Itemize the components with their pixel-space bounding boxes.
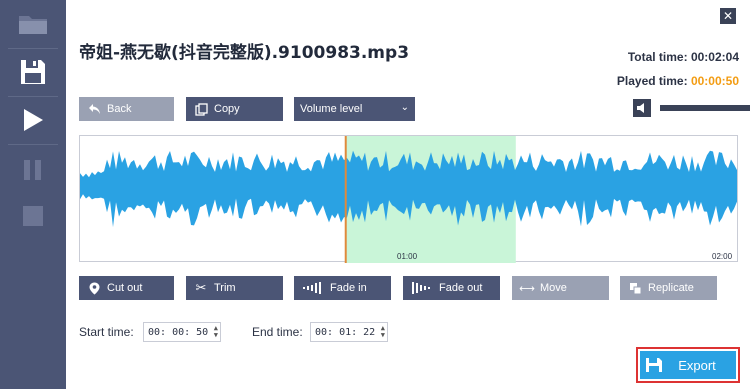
copy-button-label: Copy (214, 103, 240, 115)
fade-out-button[interactable]: Fade out (403, 276, 500, 300)
scissors-icon: ✂ (195, 280, 207, 295)
save-icon (640, 357, 668, 373)
fade-in-button[interactable]: Fade in (294, 276, 391, 300)
pause-icon (24, 160, 41, 180)
total-time: Total time: 00:02:04 (628, 50, 739, 64)
close-button[interactable]: ✕ (720, 8, 736, 24)
trim-button-label: Trim (214, 282, 236, 294)
spinner-arrows-icon[interactable]: ▲ ▼ (381, 325, 385, 339)
location-pin-icon (87, 281, 101, 295)
export-button-label: Export (678, 357, 716, 373)
start-time-value: 00: 00: 50 (148, 326, 209, 338)
replicate-icon (628, 281, 642, 295)
volume-mute-button[interactable] (633, 99, 651, 117)
played-time-label: Played time: (616, 74, 688, 88)
end-time-value: 00: 01: 22 (315, 326, 376, 338)
fade-out-button-label: Fade out (439, 282, 483, 294)
played-time-value: 00:00:50 (690, 74, 739, 88)
volume-level-select-value: Volume level (300, 103, 363, 115)
total-time-label: Total time: (627, 50, 688, 64)
trim-button[interactable]: ✂ Trim (186, 276, 283, 300)
start-time-label: Start time: (79, 325, 134, 339)
spinner-arrows-icon[interactable]: ▲ ▼ (214, 325, 218, 339)
chevron-down-icon: ⌄ (400, 102, 409, 113)
end-time-input[interactable]: 00: 01: 22 ▲ ▼ (310, 322, 388, 342)
total-time-value: 00:02:04 (690, 50, 739, 64)
export-button-inner: Export (640, 351, 736, 379)
move-button[interactable]: ⟷ Move (512, 276, 609, 300)
fade-in-wave-icon (302, 281, 324, 295)
volume-slider[interactable] (660, 105, 750, 111)
timeline-tick-label: 01:00 (397, 252, 418, 261)
save-button[interactable] (0, 54, 66, 90)
copy-button[interactable]: Copy (186, 97, 283, 121)
back-button[interactable]: Back (79, 97, 174, 121)
play-icon (24, 109, 43, 131)
left-sidebar (0, 0, 66, 389)
move-button-label: Move (540, 282, 567, 294)
move-arrows-icon: ⟷ (519, 282, 535, 295)
export-button[interactable]: Export (636, 347, 740, 383)
cut-out-button[interactable]: Cut out (79, 276, 174, 300)
end-time-label: End time: (252, 325, 303, 339)
folder-icon (19, 16, 47, 34)
open-folder-button[interactable] (0, 6, 66, 42)
save-icon (21, 60, 45, 84)
replicate-button-label: Replicate (648, 282, 694, 294)
waveform-area[interactable] (79, 135, 738, 263)
pause-button[interactable] (0, 152, 66, 188)
replicate-button[interactable]: Replicate (620, 276, 717, 300)
undo-arrow-icon (87, 102, 101, 116)
played-time: Played time: 00:00:50 (617, 74, 739, 88)
speaker-icon (637, 103, 644, 113)
stop-button[interactable] (0, 198, 66, 234)
file-name-title: 帝姐-燕无歇(抖音完整版).9100983.mp3 (79, 43, 410, 63)
close-icon: ✕ (722, 9, 734, 23)
copy-icon (194, 102, 208, 116)
fade-out-wave-icon (411, 281, 433, 295)
volume-level-select[interactable]: Volume level ⌄ (294, 97, 415, 121)
waveform-graphic (80, 136, 737, 263)
play-button[interactable] (0, 102, 66, 138)
start-time-input[interactable]: 00: 00: 50 ▲ ▼ (143, 322, 221, 342)
timeline-tick-label: 02:00 (712, 252, 733, 261)
stop-icon (23, 206, 43, 226)
fade-in-button-label: Fade in (330, 282, 367, 294)
back-button-label: Back (107, 103, 132, 115)
cut-out-button-label: Cut out (107, 282, 143, 294)
